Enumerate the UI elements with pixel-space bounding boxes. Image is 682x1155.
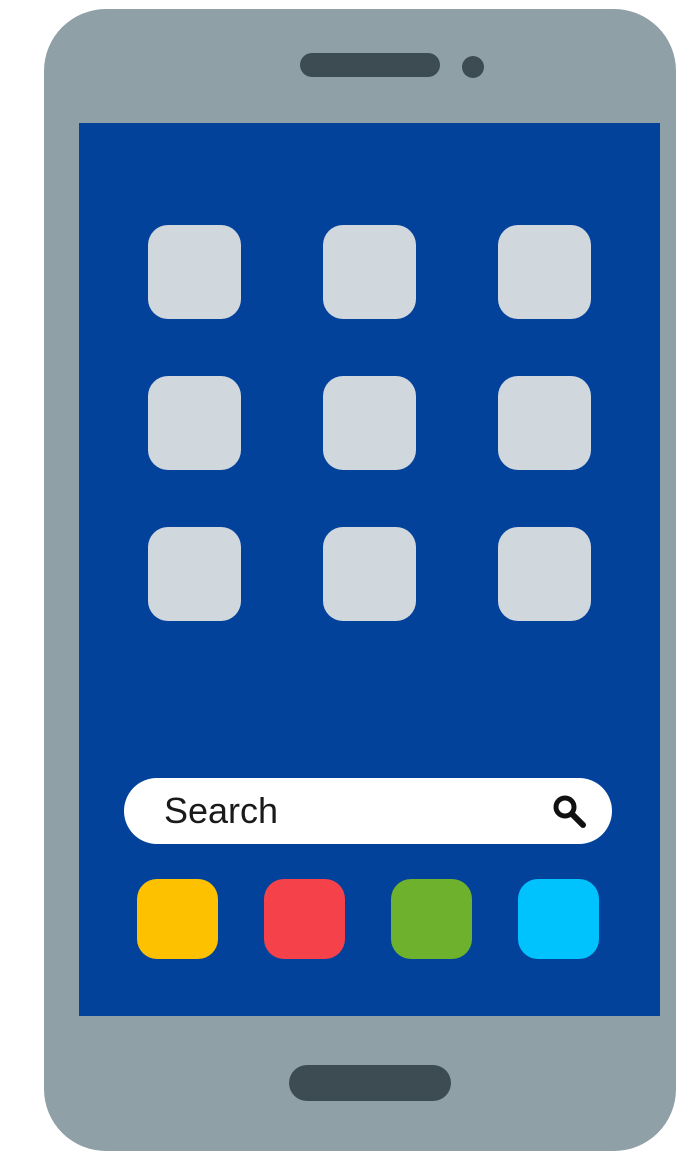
search-label: Search <box>164 790 279 831</box>
search-bar[interactable]: Search <box>124 778 612 844</box>
dock <box>137 879 599 959</box>
phone-screen: Search <box>79 123 660 1016</box>
search-icon[interactable] <box>552 794 586 828</box>
front-camera <box>462 56 484 78</box>
phone-body: Search <box>44 9 676 1151</box>
app-icon-r2-c2[interactable] <box>323 376 416 470</box>
app-icon-r3-c1[interactable] <box>148 527 241 621</box>
app-icon-r1-c2[interactable] <box>323 225 416 319</box>
app-icon-r2-c1[interactable] <box>148 376 241 470</box>
home-button[interactable] <box>289 1065 451 1101</box>
app-grid <box>148 225 591 621</box>
speaker-slot <box>300 53 440 77</box>
app-icon-r1-c1[interactable] <box>148 225 241 319</box>
dock-app-yellow-icon[interactable] <box>137 879 218 959</box>
dock-app-green-icon[interactable] <box>391 879 472 959</box>
dock-app-red-icon[interactable] <box>264 879 345 959</box>
app-icon-r3-c2[interactable] <box>323 527 416 621</box>
app-icon-r1-c3[interactable] <box>498 225 591 319</box>
dock-app-blue-icon[interactable] <box>518 879 599 959</box>
app-icon-r3-c3[interactable] <box>498 527 591 621</box>
app-icon-r2-c3[interactable] <box>498 376 591 470</box>
